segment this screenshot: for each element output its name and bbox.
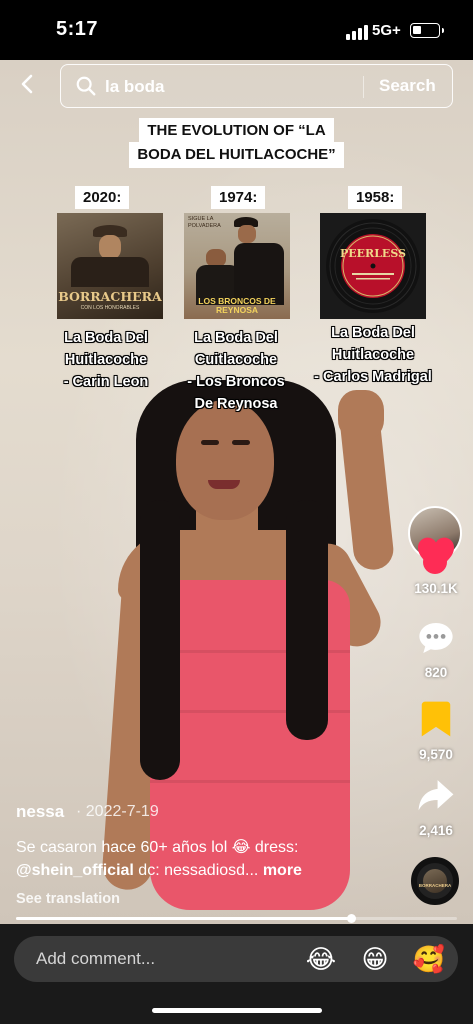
cover-subtitle: CON LOS HONORABLES	[80, 305, 140, 311]
share-count: 2,416	[419, 823, 453, 838]
vinyl-record-icon	[326, 219, 420, 313]
search-input[interactable]: la boda	[105, 77, 165, 97]
save-count: 9,570	[419, 747, 453, 762]
album-cover-broncos: SIGUE LA POLVADERA LOS BRONCOS DE REYNOS…	[184, 213, 290, 319]
more-link[interactable]: more	[263, 862, 302, 879]
label-text: PEERLESS	[340, 247, 406, 260]
emoji-laugh-button[interactable]: 😂	[304, 942, 338, 976]
back-arrow-icon[interactable]	[16, 72, 40, 96]
description-line-2: @shein_official dc: nessadiosd... more	[16, 862, 302, 879]
see-translation-link[interactable]: See translation	[16, 891, 120, 907]
status-time: 5:17	[56, 18, 99, 40]
comment-bar: Add comment... 😂 😁 🥰	[0, 924, 473, 1024]
network-label: 5G+	[372, 22, 401, 39]
mention-link[interactable]: @shein_official	[16, 862, 134, 879]
bookmark-icon	[421, 701, 451, 737]
comment-button[interactable]: 820	[404, 620, 468, 680]
caption-entry-3: La Boda Del Huitlacoche - Carlos Madriga…	[314, 325, 432, 385]
search-bar[interactable]: la boda Search	[60, 64, 453, 108]
year-label: 2020:	[75, 186, 130, 209]
video-player[interactable]: la boda Search THE EVOLUTION OF “LA BODA…	[0, 60, 473, 924]
save-button[interactable]: 9,570	[404, 700, 468, 762]
caption-entry-1: La Boda Del Huitlacoche - Carin Leon	[63, 330, 149, 390]
home-indicator	[152, 1008, 322, 1013]
emoji-grin-button[interactable]: 😁	[358, 942, 392, 976]
status-bar: 5:17 5G+	[0, 0, 473, 60]
signal-icon	[346, 25, 368, 40]
share-button[interactable]: 2,416	[404, 778, 468, 838]
share-arrow-icon	[418, 780, 454, 811]
like-button[interactable]: 130.1K	[404, 536, 468, 596]
cover-subtitle: SIGUE LA POLVADERA	[188, 216, 221, 229]
comment-count: 820	[424, 665, 448, 680]
overlay-title: THE EVOLUTION OF “LA BODA DEL HUITLACOCH…	[0, 118, 473, 168]
post-description[interactable]: Se casaron hace 60+ años lol 😂 dress: @s…	[16, 836, 386, 882]
progress-fill	[16, 917, 352, 920]
title-line-2: BODA DEL HUITLACOCHE”	[129, 142, 344, 168]
search-divider	[363, 76, 364, 98]
battery-icon	[410, 23, 444, 38]
cover-title: BORRACHERA	[58, 289, 162, 304]
like-count: 130.1K	[414, 581, 458, 596]
description-line-1: Se casaron hace 60+ años lol 😂 dress:	[16, 839, 299, 856]
year-label: 1958:	[348, 186, 403, 209]
video-progress-bar[interactable]	[16, 914, 457, 923]
disc-label: BORRACHERA	[418, 883, 452, 888]
search-icon	[76, 76, 96, 96]
title-line-1: THE EVOLUTION OF “LA	[139, 118, 334, 144]
heart-icon	[418, 537, 454, 571]
emoji-love-button[interactable]: 🥰	[412, 942, 446, 976]
post-date: · 2022-7-19	[76, 803, 159, 820]
record-peerless: PEERLESS	[320, 213, 426, 319]
author-name[interactable]: nessa	[16, 802, 64, 822]
comment-placeholder: Add comment...	[36, 949, 156, 968]
disc-cover	[423, 869, 447, 893]
comment-bubble-icon	[419, 622, 453, 654]
cover-title: LOS BRONCOS DE REYNOSA	[198, 296, 276, 315]
search-button[interactable]: Search	[379, 76, 436, 96]
year-label: 1974:	[211, 186, 266, 209]
album-cover-borrachera: BORRACHERA CON LOS HONORABLES	[57, 213, 163, 319]
caption-entry-2: La Boda Del Cuitlacoche - Los Broncos De…	[187, 330, 285, 412]
comment-input[interactable]: Add comment... 😂 😁 🥰	[14, 936, 458, 982]
music-disc[interactable]: BORRACHERA	[411, 857, 459, 905]
